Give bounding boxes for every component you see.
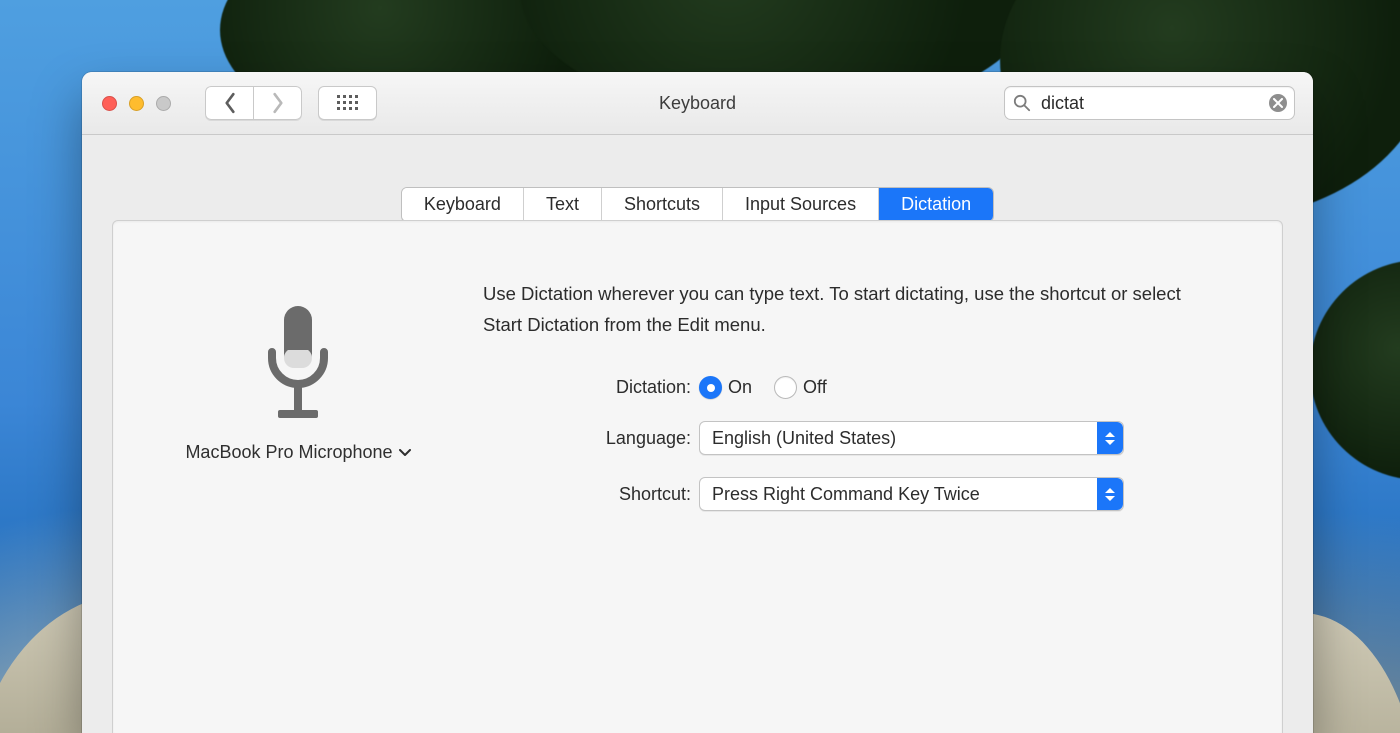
- toolbar: Keyboard: [82, 72, 1313, 135]
- microphone-name: MacBook Pro Microphone: [185, 442, 392, 463]
- forward-button[interactable]: [253, 86, 302, 120]
- radio-dictation-on[interactable]: On: [699, 376, 752, 399]
- radio-on-indicator: [699, 376, 722, 399]
- tab-keyboard[interactable]: Keyboard: [402, 188, 524, 221]
- tab-input-sources[interactable]: Input Sources: [723, 188, 879, 221]
- zoom-window-button[interactable]: [156, 96, 171, 111]
- show-all-button[interactable]: [318, 86, 377, 120]
- row-language: Language: English (United States): [483, 421, 1222, 455]
- settings-form: Use Dictation wherever you can type text…: [483, 279, 1222, 533]
- desktop-background: Keyboard Keyboard Text: [0, 0, 1400, 733]
- search-container: [1004, 86, 1295, 120]
- chevron-left-icon: [223, 92, 237, 114]
- window-controls: [102, 96, 171, 111]
- minimize-window-button[interactable]: [129, 96, 144, 111]
- shortcut-popup[interactable]: Press Right Command Key Twice: [699, 477, 1124, 511]
- tab-shortcuts[interactable]: Shortcuts: [602, 188, 723, 221]
- label-shortcut: Shortcut:: [483, 484, 699, 505]
- nav-back-forward: [205, 86, 302, 120]
- chevron-down-icon: [399, 449, 411, 457]
- row-shortcut: Shortcut: Press Right Command Key Twice: [483, 477, 1222, 511]
- chevron-right-icon: [271, 92, 285, 114]
- search-icon: [1013, 94, 1031, 112]
- tree-foliage: [1310, 260, 1400, 480]
- grid-icon: [337, 95, 359, 111]
- language-popup[interactable]: English (United States): [699, 421, 1124, 455]
- popup-arrows-icon: [1097, 422, 1123, 454]
- row-dictation-toggle: Dictation: On Off: [483, 376, 1222, 399]
- tab-text[interactable]: Text: [524, 188, 602, 221]
- popup-arrows-icon: [1097, 478, 1123, 510]
- tab-segmented-control: Keyboard Text Shortcuts Input Sources Di…: [401, 187, 994, 222]
- radio-off-label: Off: [803, 377, 827, 398]
- label-language: Language:: [483, 428, 699, 449]
- label-dictation: Dictation:: [483, 377, 699, 398]
- tab-bar: Keyboard Text Shortcuts Input Sources Di…: [82, 187, 1313, 222]
- radio-off-indicator: [774, 376, 797, 399]
- close-window-button[interactable]: [102, 96, 117, 111]
- x-icon: [1273, 98, 1283, 108]
- microphone-column: MacBook Pro Microphone: [148, 306, 448, 463]
- radio-dictation-off[interactable]: Off: [774, 376, 827, 399]
- shortcut-value: Press Right Command Key Twice: [712, 484, 980, 505]
- clear-search-button[interactable]: [1269, 94, 1287, 112]
- microphone-icon: [260, 306, 336, 424]
- microphone-selector[interactable]: MacBook Pro Microphone: [185, 442, 410, 463]
- back-button[interactable]: [205, 86, 253, 120]
- dictation-description: Use Dictation wherever you can type text…: [483, 279, 1203, 340]
- content-panel: MacBook Pro Microphone Use Dictation whe…: [112, 220, 1283, 733]
- radio-on-label: On: [728, 377, 752, 398]
- language-value: English (United States): [712, 428, 896, 449]
- search-input[interactable]: [1004, 86, 1295, 120]
- tab-dictation[interactable]: Dictation: [879, 188, 993, 221]
- preferences-window: Keyboard Keyboard Text: [82, 72, 1313, 733]
